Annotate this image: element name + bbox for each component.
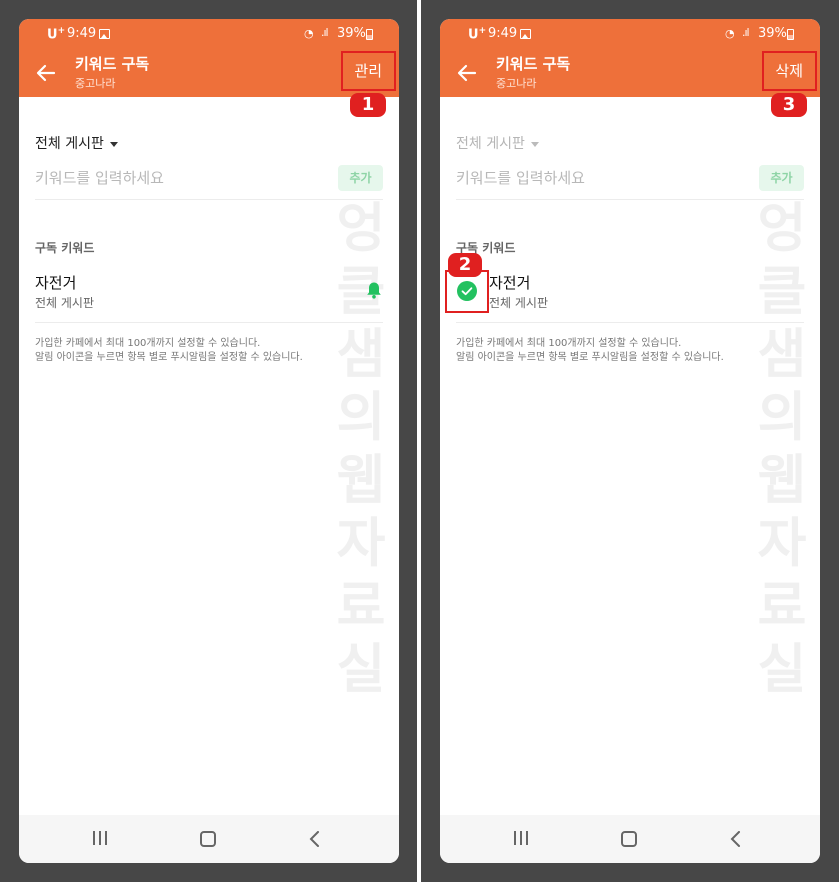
system-nav-bar (440, 815, 820, 863)
battery-percent: 39% (758, 26, 787, 41)
info-note-line: 알림 아이콘을 누르면 항목 별로 푸시알림을 설정할 수 있습니다. (35, 352, 303, 363)
highlight-box (762, 51, 817, 91)
screenshot-divider (417, 0, 421, 882)
carrier-label: U+ (468, 26, 487, 43)
divider (456, 322, 804, 323)
info-note-line: 알림 아이콘을 누르면 항목 별로 푸시알림을 설정할 수 있습니다. (456, 352, 724, 363)
watermark-char: 샘 (336, 324, 386, 385)
carrier-label: U+ (47, 26, 66, 43)
divider (35, 199, 383, 200)
wifi-icon: ◔ (725, 27, 735, 40)
home-icon[interactable] (621, 831, 637, 847)
watermark-char: 웹 (336, 450, 386, 511)
signal-icon: .ıl (321, 26, 329, 39)
status-bar: U+ 9:49 ◔ .ıl 39% (440, 26, 820, 44)
status-bar: U+ 9:49 ◔ .ıl 39% (19, 26, 399, 44)
nav-back-icon[interactable] (729, 831, 743, 847)
recents-icon[interactable] (514, 831, 530, 845)
image-notification-icon (520, 29, 531, 39)
watermark: 엉 클 샘 의 웹 자 료 실 (331, 197, 391, 701)
status-time: 9:49 (488, 26, 518, 41)
board-filter-dropdown: 전체 게시판 (456, 133, 539, 153)
watermark-char: 자 (757, 513, 807, 574)
caret-down-icon (109, 141, 118, 147)
divider (35, 322, 383, 323)
keyword-item-board: 전체 게시판 (35, 296, 95, 310)
wifi-icon: ◔ (304, 27, 314, 40)
board-filter-label: 전체 게시판 (456, 136, 525, 152)
step-badge: 3 (771, 93, 807, 117)
system-nav-bar (19, 815, 399, 863)
back-arrow-icon[interactable] (35, 62, 57, 84)
watermark-char: 엉 (336, 198, 386, 259)
watermark-char: 실 (336, 639, 386, 700)
info-note: 가입한 카페에서 최대 100개까지 설정할 수 있습니다. 알림 아이콘을 누… (35, 337, 303, 365)
info-note-line: 가입한 카페에서 최대 100개까지 설정할 수 있습니다. (456, 338, 682, 349)
phone-screen-left: 엉 클 샘 의 웹 자 료 실 U+ 9:49 ◔ .ıl 39% 키워드 구독… (19, 19, 399, 863)
keyword-item-title[interactable]: 자전거 (35, 272, 76, 293)
board-filter-dropdown[interactable]: 전체 게시판 (35, 133, 118, 153)
keyword-item-board: 전체 게시판 (489, 296, 549, 310)
divider (456, 199, 804, 200)
nav-back-icon[interactable] (308, 831, 322, 847)
keyword-item-title[interactable]: 자전거 (489, 272, 530, 293)
caret-down-icon (530, 141, 539, 147)
page-subtitle: 중고나라 (75, 77, 116, 90)
watermark-char: 료 (757, 576, 807, 637)
add-keyword-button: 추가 (759, 165, 804, 191)
watermark-char: 클 (336, 261, 386, 322)
page-title: 키워드 구독 (496, 55, 571, 73)
keyword-input: 키워드를 입력하세요 (456, 169, 585, 187)
section-title: 구독 키워드 (35, 241, 95, 255)
battery-icon (787, 29, 794, 40)
image-notification-icon (99, 29, 110, 39)
page-title: 키워드 구독 (75, 55, 150, 73)
keyword-input[interactable]: 키워드를 입력하세요 (35, 167, 164, 188)
phone-screen-right: 엉 클 샘 의 웹 자 료 실 U+ 9:49 ◔ .ıl 39% 키워드 구독… (440, 19, 820, 863)
recents-icon[interactable] (93, 831, 109, 845)
add-keyword-button[interactable]: 추가 (338, 165, 383, 191)
battery-percent: 39% (337, 26, 366, 41)
watermark-char: 클 (757, 261, 807, 322)
board-filter-label: 전체 게시판 (35, 136, 104, 152)
watermark-char: 료 (336, 576, 386, 637)
info-note-line: 가입한 카페에서 최대 100개까지 설정할 수 있습니다. (35, 338, 261, 349)
watermark-char: 자 (336, 513, 386, 574)
watermark: 엉 클 샘 의 웹 자 료 실 (752, 197, 812, 701)
page-subtitle: 중고나라 (496, 77, 537, 90)
info-note: 가입한 카페에서 최대 100개까지 설정할 수 있습니다. 알림 아이콘을 누… (456, 337, 724, 365)
battery-icon (366, 29, 373, 40)
bell-icon[interactable] (366, 281, 382, 299)
watermark-char: 샘 (757, 324, 807, 385)
watermark-char: 의 (336, 387, 386, 448)
watermark-char: 의 (757, 387, 807, 448)
step-badge: 1 (350, 93, 386, 117)
watermark-char: 웹 (757, 450, 807, 511)
home-icon[interactable] (200, 831, 216, 847)
highlight-box (341, 51, 396, 91)
step-badge: 2 (448, 253, 482, 277)
back-arrow-icon[interactable] (456, 62, 478, 84)
status-time: 9:49 (67, 26, 97, 41)
watermark-char: 엉 (757, 198, 807, 259)
watermark-char: 실 (757, 639, 807, 700)
signal-icon: .ıl (742, 26, 750, 39)
